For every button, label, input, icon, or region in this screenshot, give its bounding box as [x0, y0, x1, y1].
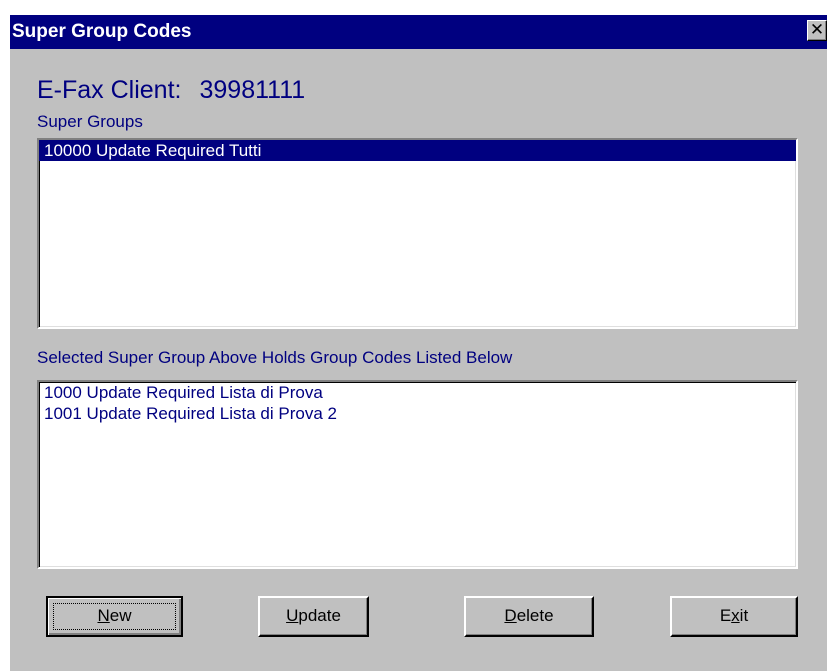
group-codes-label: Selected Super Group Above Holds Group C…: [37, 348, 513, 367]
delete-button[interactable]: Delete: [464, 596, 594, 637]
new-button-label: New: [97, 606, 132, 625]
super-groups-listbox[interactable]: 10000 Update Required Tutti: [37, 138, 798, 329]
client-label: E-Fax Client:: [37, 76, 182, 104]
group-code-item[interactable]: 1001 Update Required Lista di Prova 2: [39, 403, 796, 424]
update-button[interactable]: Update: [258, 596, 369, 637]
exit-button-label: Exit: [719, 606, 749, 625]
group-codes-listbox[interactable]: 1000 Update Required Lista di Prova 1001…: [37, 380, 798, 569]
close-button[interactable]: ✕: [807, 20, 827, 41]
new-button[interactable]: New: [46, 596, 183, 637]
super-group-item[interactable]: 10000 Update Required Tutti: [39, 140, 796, 161]
client-id: 39981111: [199, 76, 306, 104]
window-title: Super Group Codes: [12, 21, 192, 42]
group-code-item[interactable]: 1000 Update Required Lista di Prova: [39, 382, 796, 403]
exit-button[interactable]: Exit: [670, 596, 798, 637]
title-bar: Super Group Codes ✕: [10, 15, 827, 49]
delete-button-label: Delete: [504, 606, 554, 625]
update-button-label: Update: [286, 606, 341, 625]
close-icon: ✕: [809, 20, 825, 40]
super-groups-label: Super Groups: [37, 112, 143, 131]
client-info: E-Fax Client: 39981111: [37, 76, 305, 105]
super-group-codes-dialog: Super Group Codes ✕ E-Fax Client: 3998111…: [10, 15, 827, 671]
